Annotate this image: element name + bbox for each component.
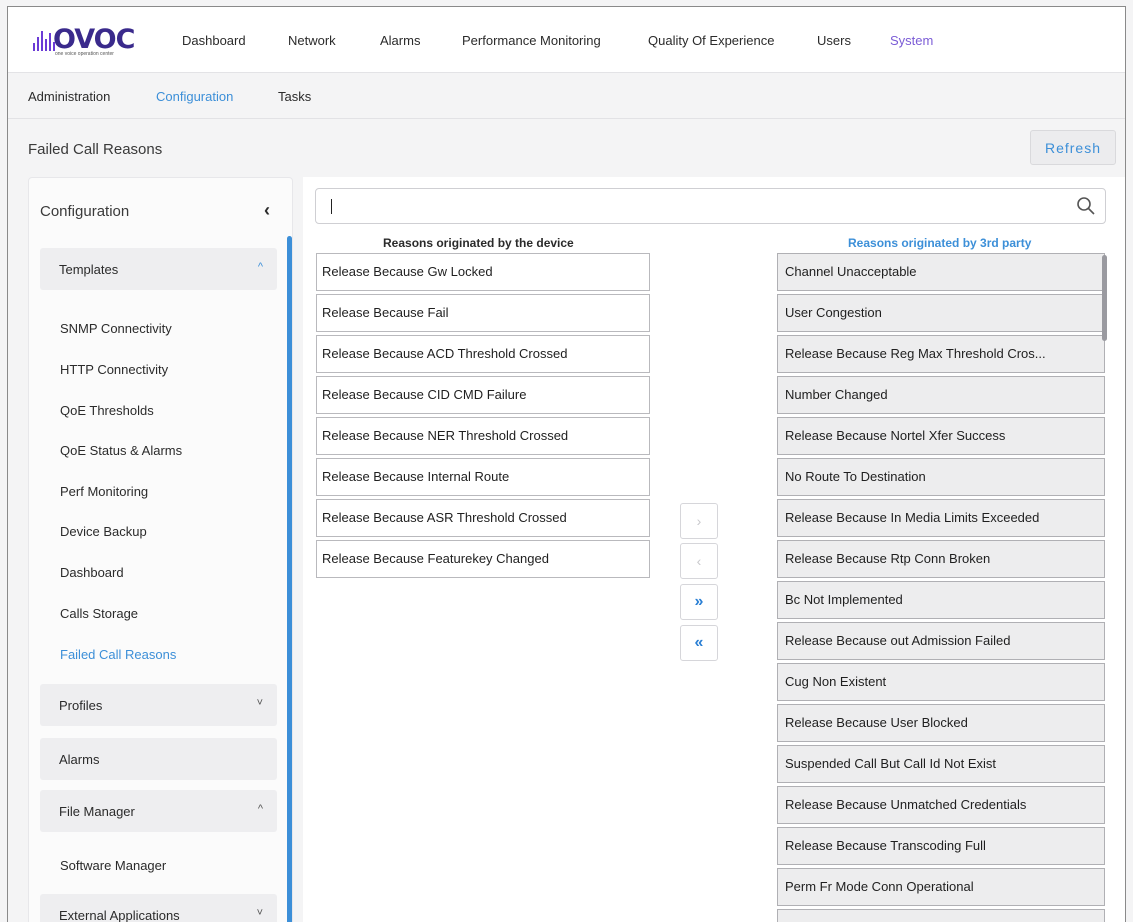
subnav-administration[interactable]: Administration [28, 89, 110, 104]
logo-bars-icon [33, 29, 55, 51]
device-reasons-title: Reasons originated by the device [383, 236, 574, 250]
sidebar-item-qoe-status-alarms[interactable]: QoE Status & Alarms [60, 443, 182, 458]
subnav-configuration[interactable]: Configuration [156, 89, 233, 104]
list-item[interactable]: Release Because Internal Route [316, 458, 650, 496]
sidebar-item-dashboard[interactable]: Dashboard [60, 565, 124, 580]
sidebar-group-templates[interactable]: Templates ^ [40, 248, 277, 290]
list-item[interactable]: Bc Not Implemented [777, 581, 1105, 619]
sidebar-group-external-applications[interactable]: External Applications ˅ [40, 894, 277, 922]
chevron-left-icon[interactable]: ‹ [264, 200, 270, 221]
list-item[interactable]: Release Because User Blocked [777, 704, 1105, 742]
list-item[interactable]: Release Because Featurekey Changed [316, 540, 650, 578]
sidebar-group-file-manager[interactable]: File Manager ^ [40, 790, 277, 832]
chevron-up-icon: ^ [257, 803, 263, 815]
search-icon[interactable] [1076, 196, 1096, 216]
move-left-button[interactable]: ‹ [680, 543, 718, 579]
page-title: Failed Call Reasons [28, 141, 163, 158]
nav-quality-of-experience[interactable]: Quality Of Experience [648, 33, 774, 48]
list-item[interactable]: No Route To Destination [777, 458, 1105, 496]
list-item[interactable]: Release Because Gw Locked [316, 253, 650, 291]
list-item[interactable]: Cug Non Existent [777, 663, 1105, 701]
group-label: External Applications [59, 908, 180, 922]
chevron-down-icon: ˅ [256, 907, 263, 919]
sidebar-item-http-connectivity[interactable]: HTTP Connectivity [60, 362, 168, 377]
nav-users[interactable]: Users [817, 33, 851, 48]
sidebar-item-perf-monitoring[interactable]: Perf Monitoring [60, 484, 148, 499]
move-all-left-button[interactable]: « [680, 625, 718, 661]
logo-tagline: one voice operation center [55, 51, 114, 57]
list-item[interactable]: Release Because Voice Prompt Not Found [777, 909, 1105, 922]
sidebar-group-profiles[interactable]: Profiles ˅ [40, 684, 277, 726]
app-window: OVOC one voice operation center Dashboar… [7, 6, 1126, 922]
list-item[interactable]: Release Because NER Threshold Crossed [316, 417, 650, 455]
subnav-tasks[interactable]: Tasks [278, 89, 311, 104]
group-label: Alarms [59, 752, 100, 767]
config-sidebar: Configuration ‹ Templates ^ SNMP Connect… [28, 177, 293, 922]
search-input[interactable] [315, 188, 1106, 224]
list-item[interactable]: Release Because Transcoding Full [777, 827, 1105, 865]
device-reasons-list: Release Because Gw Locked Release Becaus… [316, 253, 650, 581]
group-label: Profiles [59, 698, 103, 713]
top-nav: OVOC one voice operation center Dashboar… [8, 7, 1125, 73]
list-item[interactable]: Release Because ACD Threshold Crossed [316, 335, 650, 373]
third-party-reasons-title: Reasons originated by 3rd party [848, 236, 1032, 250]
nav-network[interactable]: Network [288, 33, 336, 48]
list-item[interactable]: Number Changed [777, 376, 1105, 414]
sub-nav: Administration Configuration Tasks [8, 74, 1125, 119]
list-item[interactable]: User Congestion [777, 294, 1105, 332]
sidebar-item-qoe-thresholds[interactable]: QoE Thresholds [60, 403, 154, 418]
list-item[interactable]: Release Because out Admission Failed [777, 622, 1105, 660]
reasons-panel: Reasons originated by the device Reasons… [303, 177, 1125, 922]
list-scrollbar[interactable] [1102, 255, 1107, 341]
chevron-up-icon: ^ [257, 261, 263, 273]
refresh-button[interactable]: Refresh [1030, 130, 1116, 165]
list-item[interactable]: Channel Unacceptable [777, 253, 1105, 291]
group-label: Templates [59, 262, 119, 277]
list-item[interactable]: Release Because In Media Limits Exceeded [777, 499, 1105, 537]
sidebar-item-snmp-connectivity[interactable]: SNMP Connectivity [60, 321, 172, 336]
text-caret [331, 199, 332, 214]
nav-alarms[interactable]: Alarms [380, 33, 420, 48]
nav-dashboard[interactable]: Dashboard [182, 33, 246, 48]
list-item[interactable]: Release Because Nortel Xfer Success [777, 417, 1105, 455]
ovoc-logo[interactable]: OVOC one voice operation center [33, 24, 143, 57]
sidebar-scrollbar[interactable] [287, 236, 292, 922]
list-item[interactable]: Release Because Reg Max Threshold Cros..… [777, 335, 1105, 373]
sidebar-title: Configuration [40, 203, 130, 220]
sidebar-item-software-manager[interactable]: Software Manager [60, 858, 166, 873]
sidebar-item-device-backup[interactable]: Device Backup [60, 524, 147, 539]
chevron-down-icon: ˅ [256, 697, 263, 709]
move-right-button[interactable]: › [680, 503, 718, 539]
nav-system[interactable]: System [890, 33, 933, 48]
third-party-reasons-list: Channel Unacceptable User Congestion Rel… [777, 253, 1105, 922]
group-label: File Manager [59, 804, 135, 819]
nav-performance-monitoring[interactable]: Performance Monitoring [462, 33, 601, 48]
list-item[interactable]: Perm Fr Mode Conn Operational [777, 868, 1105, 906]
list-item[interactable]: Release Because Fail [316, 294, 650, 332]
move-all-right-button[interactable]: » [680, 584, 718, 620]
sidebar-item-calls-storage[interactable]: Calls Storage [60, 606, 138, 621]
list-item[interactable]: Suspended Call But Call Id Not Exist [777, 745, 1105, 783]
sidebar-item-failed-call-reasons[interactable]: Failed Call Reasons [60, 647, 176, 662]
list-item[interactable]: Release Because CID CMD Failure [316, 376, 650, 414]
sidebar-group-alarms[interactable]: Alarms [40, 738, 277, 780]
list-item[interactable]: Release Because Unmatched Credentials [777, 786, 1105, 824]
list-item[interactable]: Release Because ASR Threshold Crossed [316, 499, 650, 537]
list-item[interactable]: Release Because Rtp Conn Broken [777, 540, 1105, 578]
